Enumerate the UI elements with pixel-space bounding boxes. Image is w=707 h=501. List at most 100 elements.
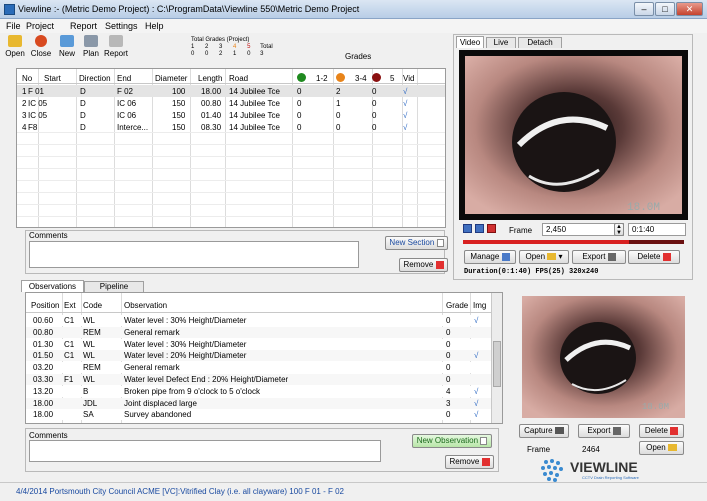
table-cell-direction[interactable]: D <box>80 123 86 132</box>
video-open-button[interactable]: Open ▾ <box>519 250 569 264</box>
obs-cell-grade[interactable]: 0 <box>446 340 450 349</box>
obs-cell-ext[interactable]: C1 <box>64 351 74 360</box>
col-end[interactable]: End <box>117 74 131 83</box>
table-cell-end[interactable]: IC 06 <box>117 111 136 120</box>
table-cell-grade-3-4[interactable]: 0 <box>336 111 340 120</box>
table-cell-grade-3-4[interactable]: 0 <box>336 123 340 132</box>
table-cell-end[interactable]: IC 06 <box>117 99 136 108</box>
table-cell-direction[interactable]: D <box>80 87 86 96</box>
obs-cell-observation[interactable]: General remark <box>124 328 180 337</box>
table-cell-end[interactable]: F 02 <box>117 87 133 96</box>
table-cell-diameter[interactable]: 150 <box>172 111 185 120</box>
obs-cell-observation[interactable]: Water level : 30% Height/Diameter <box>124 316 246 325</box>
col-ext[interactable]: Ext <box>64 301 76 310</box>
table-cell-length[interactable]: 18.00 <box>201 87 221 96</box>
obs-cell-code[interactable]: REM <box>83 363 101 372</box>
table-cell-grade-5[interactable]: 0 <box>372 87 376 96</box>
table-cell-road[interactable]: 14 Jubilee Tce <box>229 99 280 108</box>
table-cell-start[interactable]: F 01 <box>28 87 44 96</box>
maximize-button[interactable]: □ <box>655 2 675 16</box>
table-cell-direction[interactable]: D <box>80 99 86 108</box>
obs-cell-position[interactable]: 18.00 <box>33 410 53 419</box>
scrollbar-thumb[interactable] <box>493 341 501 387</box>
video-progress-track[interactable] <box>463 240 684 244</box>
stop-icon[interactable] <box>487 224 496 233</box>
capture-export-button[interactable]: Export <box>578 424 630 438</box>
obs-cell-grade[interactable]: 0 <box>446 316 450 325</box>
col-direction[interactable]: Direction <box>79 74 111 83</box>
col-no[interactable]: No <box>22 74 32 83</box>
obs-cell-code[interactable]: REM <box>83 328 101 337</box>
col-grade-3-4[interactable]: 3-4 <box>355 74 367 83</box>
table-cell-start[interactable]: IC 05 <box>28 99 47 108</box>
col-grade[interactable]: Grade <box>446 301 468 310</box>
obs-cell-grade[interactable]: 3 <box>446 399 450 408</box>
table-cell-vid[interactable]: √ <box>403 87 407 96</box>
close-window-button[interactable]: ✕ <box>676 2 703 16</box>
obs-cell-img[interactable]: √ <box>474 351 478 360</box>
video-export-button[interactable]: Export <box>572 250 626 264</box>
obs-cell-position[interactable]: 18.00 <box>33 399 53 408</box>
table-cell-grade-1-2[interactable]: 0 <box>297 123 301 132</box>
menu-help[interactable]: Help <box>145 21 164 31</box>
obs-cell-position[interactable]: 03.30 <box>33 375 53 384</box>
obs-cell-observation[interactable]: Water level : 20% Height/Diameter <box>124 351 246 360</box>
col-grade-1-2[interactable]: 1-2 <box>316 74 328 83</box>
obs-cell-code[interactable]: WL <box>83 316 95 325</box>
table-cell-no[interactable]: 2 <box>22 99 26 108</box>
table-cell-start[interactable]: IC 05 <box>28 111 47 120</box>
obs-cell-code[interactable]: SA <box>83 410 94 419</box>
table-cell-no[interactable]: 1 <box>22 87 26 96</box>
obs-cell-grade[interactable]: 0 <box>446 328 450 337</box>
col-diameter[interactable]: Diameter <box>155 74 187 83</box>
table-cell-road[interactable]: 14 Jubilee Tce <box>229 111 280 120</box>
obs-cell-code[interactable]: B <box>83 387 88 396</box>
table-row[interactable] <box>26 338 491 350</box>
table-cell-diameter[interactable]: 150 <box>172 99 185 108</box>
tab-observations-list[interactable]: Observations List <box>21 280 84 302</box>
video-player[interactable]: 18.0M <box>459 50 688 220</box>
table-cell-road[interactable]: 14 Jubilee Tce <box>229 87 280 96</box>
table-cell-road[interactable]: 14 Jubilee Tce <box>229 123 280 132</box>
captured-image[interactable]: 18.0M <box>522 296 685 418</box>
obs-cell-ext[interactable]: F1 <box>64 375 73 384</box>
obs-cell-observation[interactable]: General remark <box>124 363 180 372</box>
table-cell-vid[interactable]: √ <box>403 99 407 108</box>
capture-open-button[interactable]: Open <box>639 441 684 455</box>
col-start[interactable]: Start <box>44 74 61 83</box>
obs-cell-position[interactable]: 00.60 <box>33 316 53 325</box>
table-cell-grade-1-2[interactable]: 0 <box>297 99 301 108</box>
obs-cell-grade[interactable]: 0 <box>446 375 450 384</box>
tab-pipeline-diagram[interactable]: Pipeline Diagram <box>84 281 144 301</box>
table-cell-vid[interactable]: √ <box>403 123 407 132</box>
new-observation-button[interactable]: New Observation <box>412 434 492 448</box>
menu-report[interactable]: Report <box>70 21 97 31</box>
table-cell-no[interactable]: 4 <box>22 123 26 132</box>
col-grade-5[interactable]: 5 <box>390 74 394 83</box>
obs-cell-observation[interactable]: Water level : 30% Height/Diameter <box>124 340 246 349</box>
frame-input[interactable]: 2,450 <box>542 223 624 236</box>
obs-cell-code[interactable]: WL <box>83 340 95 349</box>
play-icon[interactable] <box>463 224 472 233</box>
table-cell-direction[interactable]: D <box>80 111 86 120</box>
obs-cell-position[interactable]: 00.80 <box>33 328 53 337</box>
table-cell-grade-5[interactable]: 0 <box>372 123 376 132</box>
table-cell-grade-1-2[interactable]: 0 <box>297 111 301 120</box>
obs-cell-grade[interactable]: 0 <box>446 351 450 360</box>
table-row[interactable] <box>26 315 491 326</box>
table-cell-grade-3-4[interactable]: 1 <box>336 99 340 108</box>
table-cell-length[interactable]: 01.40 <box>201 111 221 120</box>
capture-button[interactable]: Capture <box>519 424 569 438</box>
obs-cell-observation[interactable]: Survey abandoned <box>124 410 191 419</box>
col-position[interactable]: Position <box>31 301 59 310</box>
table-cell-diameter[interactable]: 150 <box>172 123 185 132</box>
table-cell-grade-3-4[interactable]: 2 <box>336 87 340 96</box>
col-img[interactable]: Img <box>473 301 486 310</box>
table-row[interactable] <box>26 409 491 421</box>
obs-cell-code[interactable]: WL <box>83 375 95 384</box>
col-road[interactable]: Road <box>229 74 248 83</box>
obs-cell-position[interactable]: 01.50 <box>33 351 53 360</box>
obs-cell-position[interactable]: 01.30 <box>33 340 53 349</box>
table-cell-start[interactable]: F8 <box>28 123 37 132</box>
obs-cell-img[interactable]: √ <box>474 399 478 408</box>
